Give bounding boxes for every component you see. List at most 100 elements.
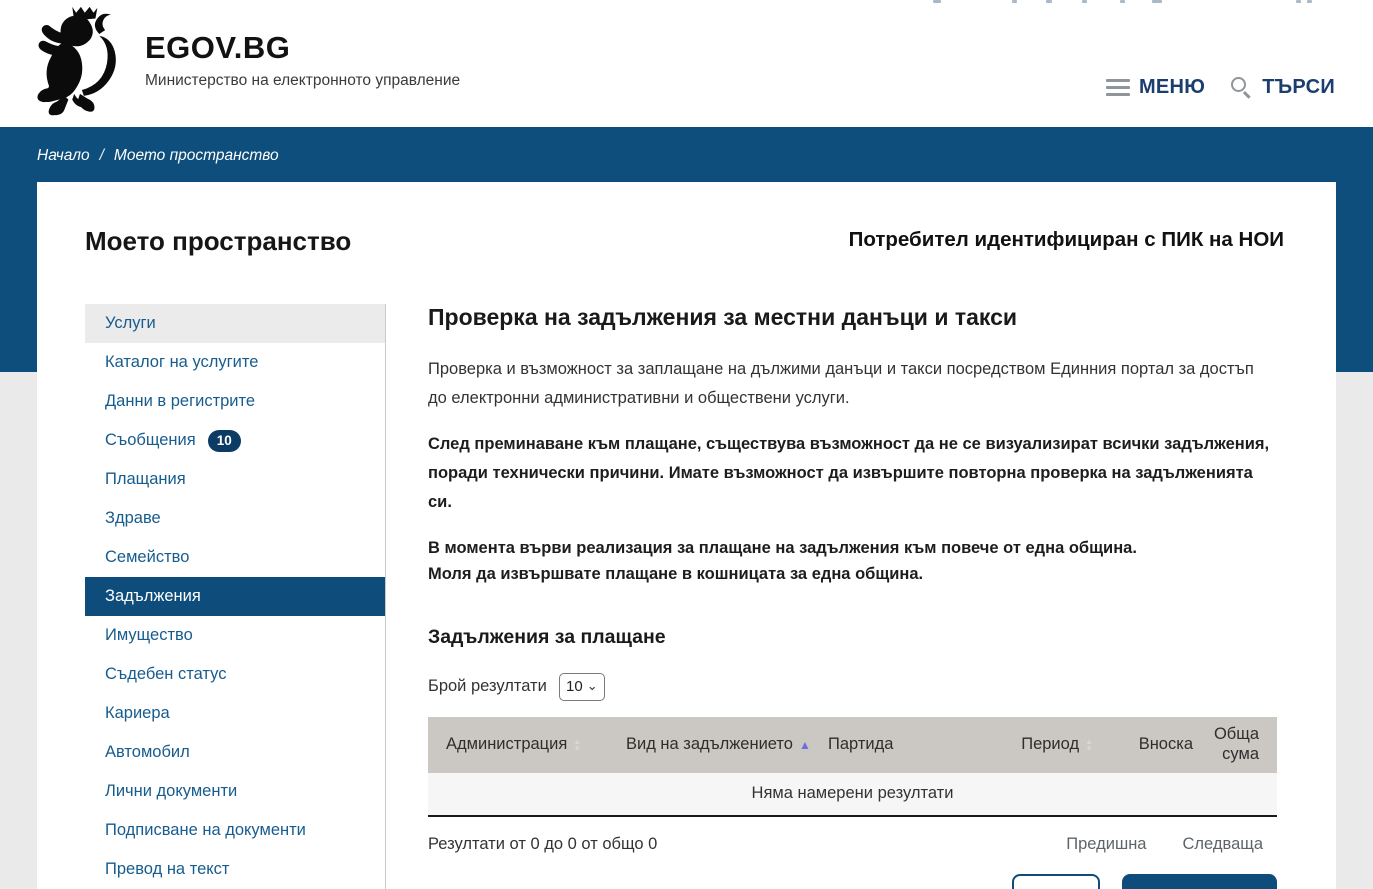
user-identification-status: Потребител идентифициран с ПИК на НОИ [849, 228, 1284, 252]
sidebar-item-label: Семейство [105, 548, 189, 567]
column-header-partida[interactable]: Партида [822, 735, 1010, 754]
sidebar-item-semeystvo[interactable]: Семейство [85, 538, 385, 577]
sort-icon: ▲▼ [1085, 738, 1093, 752]
brand-block: EGOV.BG Министерство на електронното упр… [145, 30, 460, 90]
results-per-page-value: 10 [566, 678, 583, 695]
breadcrumb-current: Моето пространство [114, 147, 279, 165]
service-heading: Проверка на задължения за местни данъци … [428, 304, 1277, 331]
column-header-administratsiya[interactable]: Администрация ▲▼ [428, 735, 620, 754]
sort-icon: ▲▼ [573, 738, 581, 752]
sidebar-item-podpisvane[interactable]: Подписване на документи [85, 811, 385, 850]
sidebar-item-danni-v-registrite[interactable]: Данни в регистрите [85, 382, 385, 421]
main-content: Проверка на задължения за местни данъци … [428, 304, 1277, 889]
lion-icon [33, 5, 125, 119]
results-per-page-label: Брой резултати [428, 677, 547, 696]
chevron-down-icon: ⌄ [587, 679, 598, 692]
action-buttons: НАЗАД КЪМ ПЛАЩАНЕ [428, 874, 1277, 889]
sidebar-item-katalog[interactable]: Каталог на услугите [85, 343, 385, 382]
warning-paragraph-2-line2: Моля да извършвате плащане в кошницата з… [428, 561, 1277, 588]
sidebar-item-label: Съобщения [105, 431, 196, 450]
to-payment-button[interactable]: КЪМ ПЛАЩАНЕ [1122, 874, 1277, 889]
pagination-next[interactable]: Следваща [1183, 835, 1264, 854]
sidebar-item-zadalzheniya-active[interactable]: Задължения [85, 577, 385, 616]
sidebar-item-label: Превод на текст [105, 860, 229, 879]
sidebar-item-zdrave[interactable]: Здраве [85, 499, 385, 538]
clipped-top-nav-fragment [1296, 0, 1301, 3]
search-button-label: ТЪРСИ [1262, 76, 1335, 99]
unread-count-badge: 10 [208, 430, 241, 452]
sidebar-divider [385, 304, 386, 889]
clipped-top-nav [0, 0, 1373, 6]
clipped-top-nav-fragment [1046, 0, 1052, 3]
obligations-table: Администрация ▲▼ Вид на задължението ▲ П… [428, 717, 1277, 817]
sidebar-item-label: Лични документи [105, 782, 237, 801]
column-header-period[interactable]: Период ▲▼ [1010, 735, 1099, 754]
clipped-top-nav-fragment [1152, 0, 1162, 3]
results-summary-row: Резултати от 0 до 0 от общо 0 Предишна С… [428, 835, 1277, 854]
empty-message: Няма намерени резултати [752, 784, 954, 803]
sidebar-item-label: Автомобил [105, 743, 190, 762]
warning-paragraph-1: След преминаване към плащане, съществува… [428, 430, 1277, 516]
sidebar-item-sadeben-status[interactable]: Съдебен статус [85, 655, 385, 694]
table-header-row: Администрация ▲▼ Вид на задължението ▲ П… [428, 717, 1277, 773]
site-header: EGOV.BG Министерство на електронното упр… [0, 0, 1373, 127]
sidebar-item-label: Каталог на услугите [105, 353, 258, 372]
clipped-top-nav-fragment [1120, 0, 1125, 3]
clipped-top-nav-fragment [1307, 0, 1312, 3]
breadcrumb: Начало / Моето пространство [37, 147, 279, 165]
column-header-label: Период [1021, 735, 1079, 754]
sidebar-item-imushtestvo[interactable]: Имущество [85, 616, 385, 655]
sidebar-item-plashtaniya[interactable]: Плащания [85, 460, 385, 499]
search-icon [1231, 77, 1253, 99]
clipped-top-nav-fragment [933, 0, 941, 3]
obligations-section-title: Задължения за плащане [428, 626, 1277, 649]
sidebar-item-avtomobil[interactable]: Автомобил [85, 733, 385, 772]
menu-button-label: МЕНЮ [1139, 76, 1205, 99]
sidebar-item-label: Съдебен статус [105, 665, 226, 684]
hamburger-icon [1106, 79, 1130, 96]
sort-asc-icon: ▲ [799, 738, 811, 752]
menu-button[interactable]: МЕНЮ [1106, 76, 1205, 99]
search-button[interactable]: ТЪРСИ [1231, 76, 1335, 99]
column-header-vid-sorted[interactable]: Вид на задължението ▲ [620, 735, 822, 754]
results-per-page-control: Брой резултати 10 ⌄ [428, 673, 1277, 701]
page-title: Моето пространство [85, 226, 351, 257]
brand-title: EGOV.BG [145, 30, 460, 66]
sidebar-item-label: Подписване на документи [105, 821, 306, 840]
pagination-previous[interactable]: Предишна [1066, 835, 1146, 854]
content-card: Моето пространство Потребител идентифици… [37, 182, 1336, 889]
clipped-top-nav-fragment [1012, 0, 1017, 3]
column-header-label: Администрация [446, 735, 567, 754]
sidebar-item-label: Данни в регистрите [105, 392, 255, 411]
sidebar-item-uslugi[interactable]: Услуги [85, 304, 385, 343]
column-header-obshta-suma[interactable]: Обща сума [1199, 725, 1277, 765]
table-empty-state: Няма намерени резултати [428, 773, 1277, 817]
back-button[interactable]: НАЗАД [1012, 874, 1100, 889]
column-header-vnoska[interactable]: Вноска [1099, 735, 1199, 754]
breadcrumb-home-link[interactable]: Начало [37, 147, 90, 165]
warning-paragraph-2-line1: В момента върви реализация за плащане на… [428, 535, 1277, 562]
column-header-label: Обща сума [1211, 725, 1259, 765]
sidebar-item-label: Плащания [105, 470, 186, 489]
sidebar-nav: Услуги Каталог на услугите Данни в регис… [85, 304, 385, 889]
coat-of-arms-lion-logo[interactable] [33, 5, 125, 119]
sidebar-item-label: Задължения [105, 587, 201, 606]
sidebar-item-prevod-na-tekst[interactable]: Превод на текст [85, 850, 385, 889]
pagination: Предишна Следваща [1066, 835, 1277, 854]
sidebar-item-label: Услуги [105, 314, 156, 333]
sidebar-item-kariera[interactable]: Кариера [85, 694, 385, 733]
service-description: Проверка и възможност за заплащане на дъ… [428, 355, 1277, 412]
sidebar-item-label: Имущество [105, 626, 193, 645]
sidebar-item-saobshteniya[interactable]: Съобщения 10 [85, 421, 385, 460]
column-header-label: Вноска [1139, 735, 1193, 754]
results-per-page-select[interactable]: 10 ⌄ [559, 673, 605, 701]
clipped-top-nav-fragment [1082, 0, 1087, 3]
header-actions: МЕНЮ ТЪРСИ [1106, 76, 1335, 99]
brand-subtitle: Министерство на електронното управление [145, 72, 460, 90]
sidebar-item-label: Здраве [105, 509, 161, 528]
results-summary: Резултати от 0 до 0 от общо 0 [428, 835, 657, 854]
column-header-label: Вид на задължението [626, 735, 793, 754]
sidebar-item-lichni-dokumenti[interactable]: Лични документи [85, 772, 385, 811]
column-header-label: Партида [828, 735, 893, 754]
breadcrumb-separator: / [100, 147, 104, 165]
